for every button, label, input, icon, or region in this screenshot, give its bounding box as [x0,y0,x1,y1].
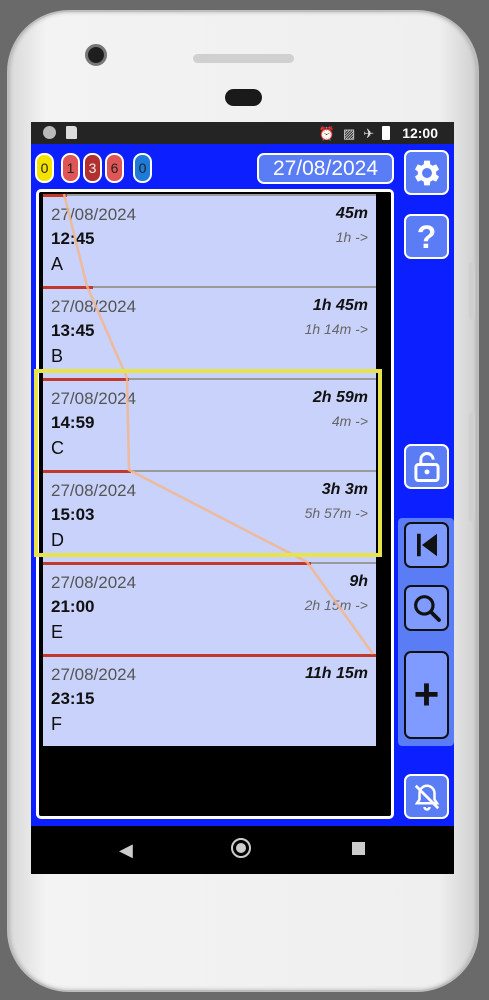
badge-counter[interactable]: 0 [35,153,54,183]
back-icon[interactable]: ◀ [119,840,133,861]
alarm-icon: ⏰ [318,125,335,141]
status-bar: ⏰ ▨ ✈ 12:00 [31,122,454,144]
badge-counter[interactable]: 6 [105,153,124,183]
badge-counter[interactable]: 3 [83,153,102,183]
airplane-icon: ✈ [363,125,375,141]
search-button[interactable] [404,585,449,631]
power-button [469,412,475,522]
help-button[interactable]: ? [404,214,449,259]
date-selector-button[interactable]: 27/08/2024 [257,153,394,184]
recents-icon[interactable] [352,842,365,855]
plus-icon: + [413,670,440,719]
home-icon[interactable] [231,838,251,858]
add-entry-button[interactable]: + [404,651,449,739]
proximity-sensor [225,89,262,106]
notification-dot-icon [43,126,56,139]
system-nav-bar: ◀ [31,826,454,874]
badge-counter[interactable]: 1 [61,153,80,183]
volume-button [469,262,475,320]
front-camera [85,44,107,66]
bell-off-icon [414,783,439,811]
lock-button[interactable] [404,444,449,489]
battery-icon [382,126,391,140]
go-to-first-button[interactable] [404,522,449,568]
lock-icon [413,451,440,482]
sd-card-icon [66,126,77,139]
search-icon [413,595,441,622]
gear-icon [414,160,439,185]
selection-highlight [34,369,382,557]
earpiece-speaker [193,54,294,63]
badge-counter[interactable]: 0 [133,153,152,183]
settings-button[interactable] [404,150,449,195]
skip-to-first-icon [416,533,437,557]
status-time: 12:00 [402,125,438,141]
help-icon: ? [416,218,437,255]
no-signal-icon: ▨ [342,125,356,141]
notifications-button[interactable] [404,774,449,819]
